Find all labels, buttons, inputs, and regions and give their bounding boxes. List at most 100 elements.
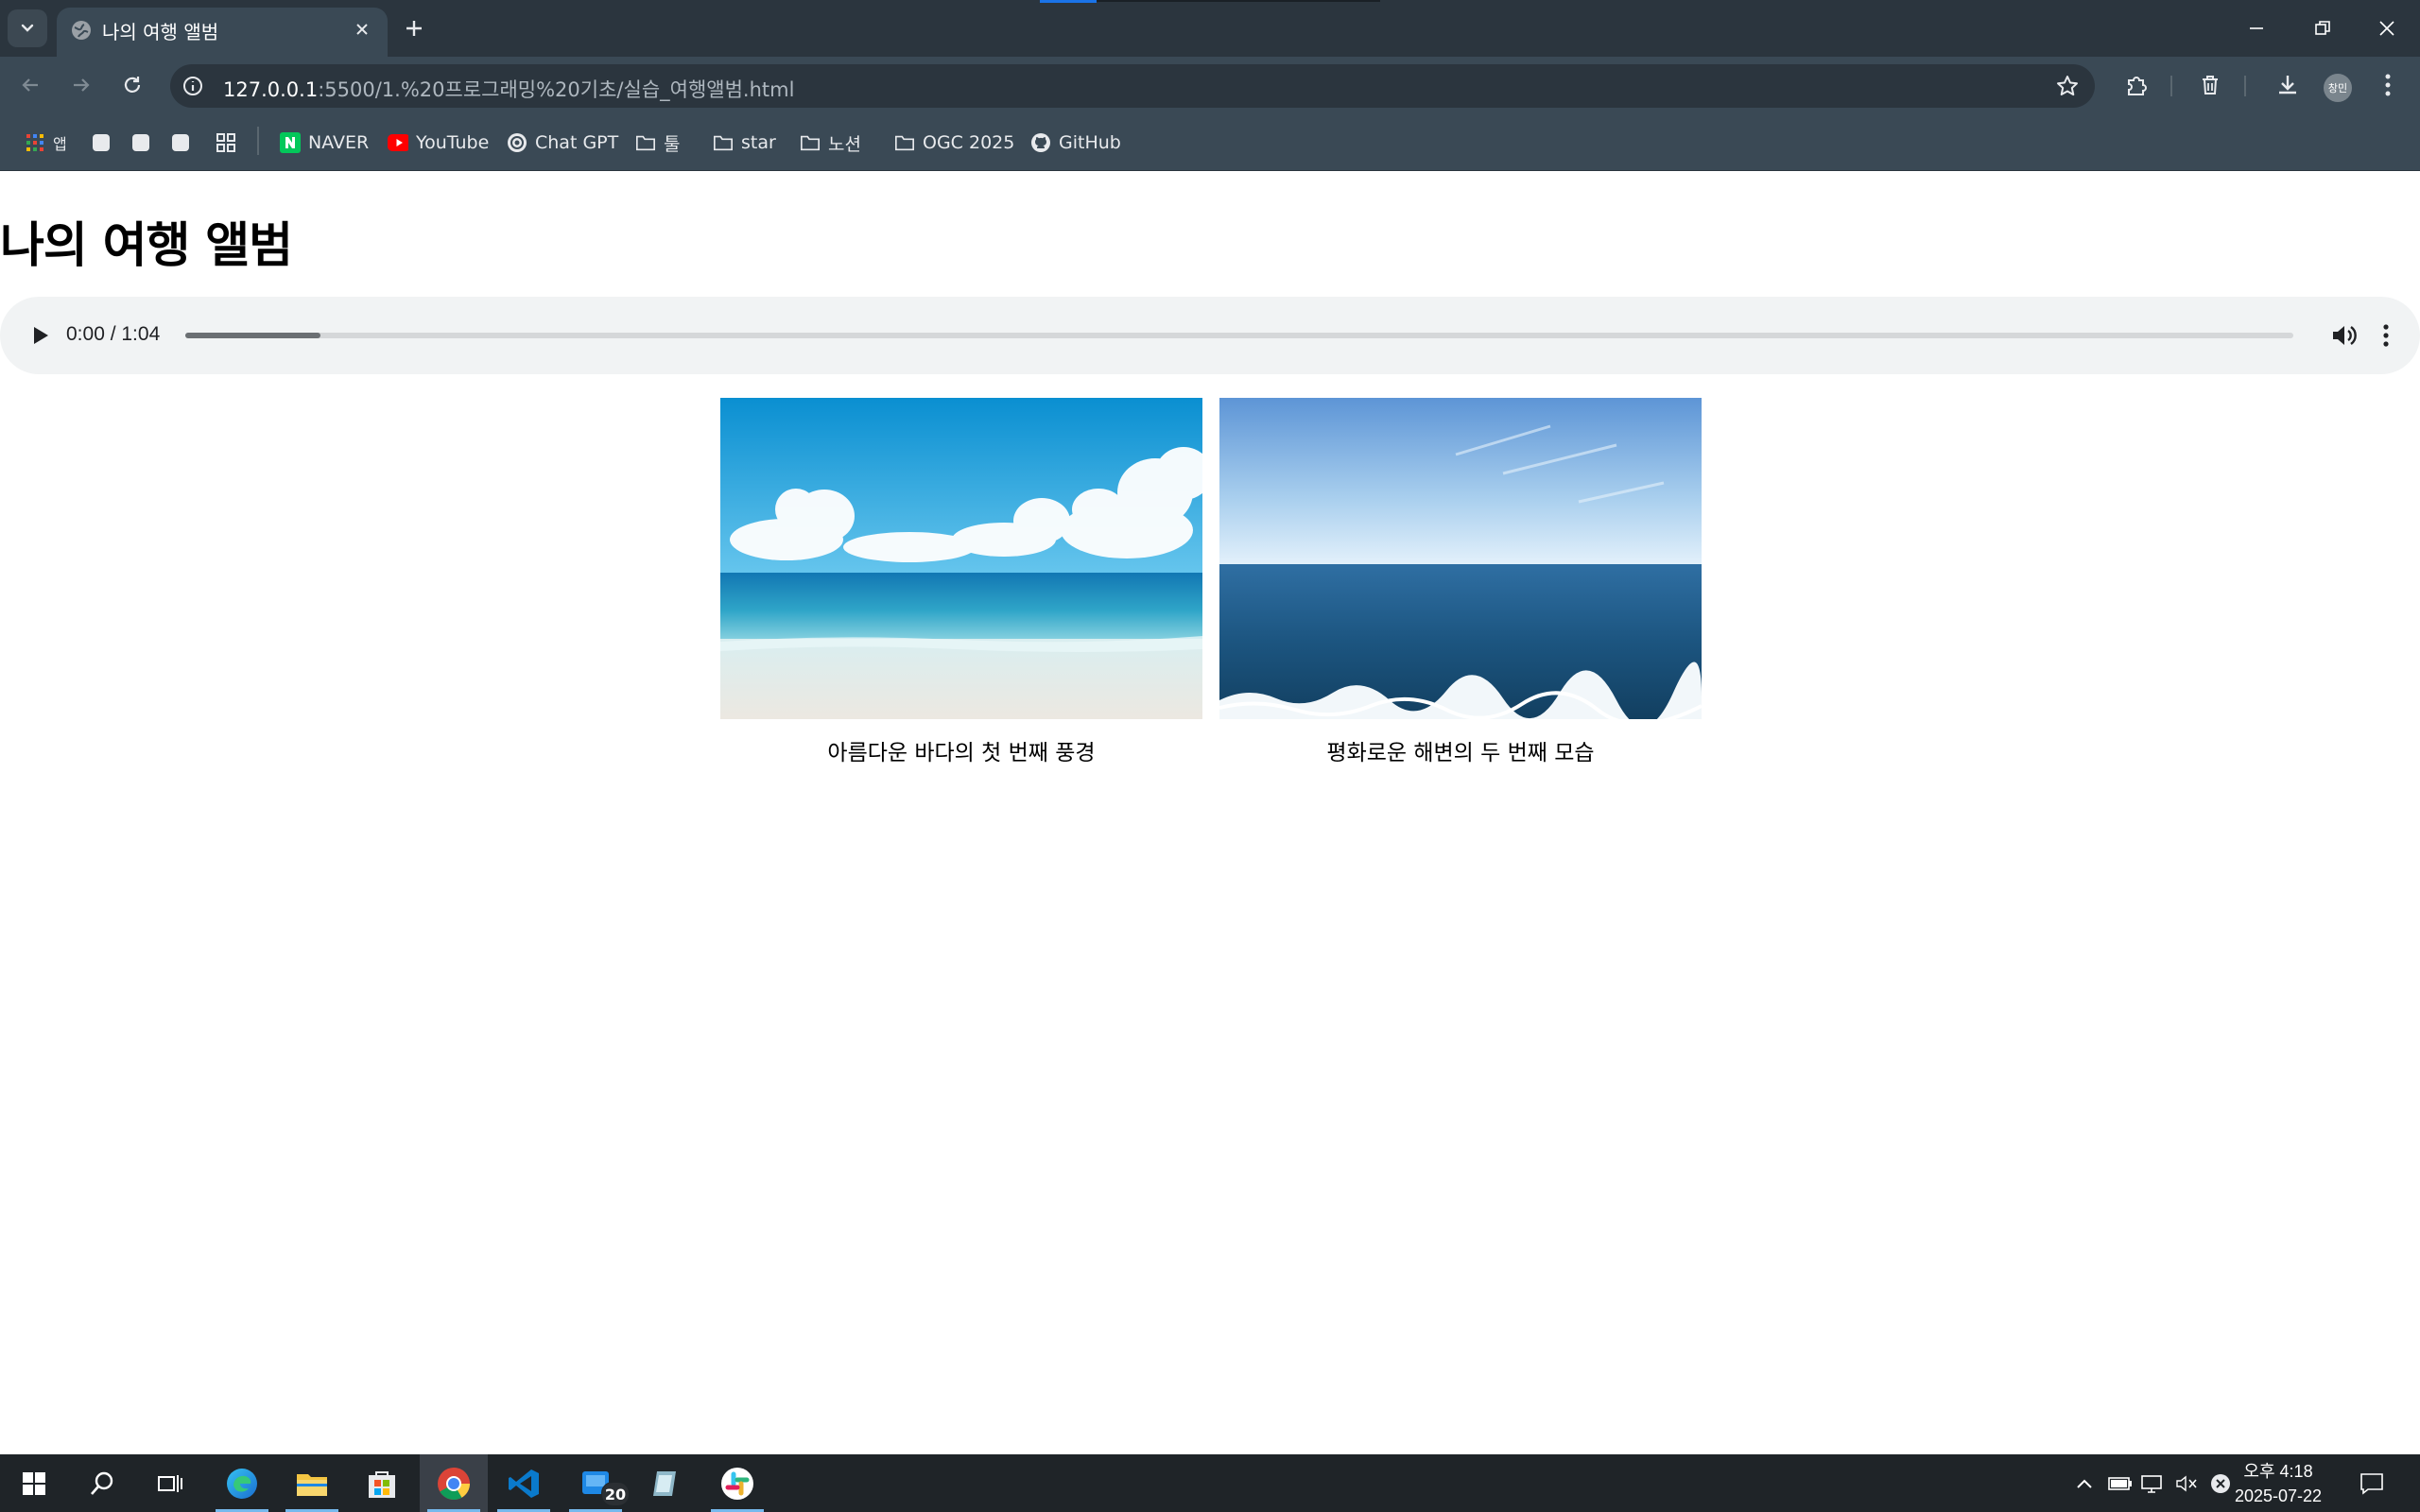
- blank-favicon-icon: [91, 132, 112, 153]
- taskbar-search-button[interactable]: [68, 1454, 136, 1512]
- bookmark-youtube[interactable]: YouTube: [388, 129, 489, 157]
- minimize-button[interactable]: [2223, 0, 2290, 57]
- progress-indicator: [1040, 0, 1097, 3]
- tab-close-button[interactable]: [348, 15, 376, 43]
- open-sea-photo: [1219, 398, 1702, 719]
- trash-icon: [2203, 76, 2218, 94]
- windows-taskbar: [0, 1454, 2420, 1512]
- bookmark-star-icon[interactable]: [2055, 74, 2080, 98]
- bookmark-label: NAVER: [308, 132, 370, 153]
- bookmarks-bar: 앱 NAVER YouTube Chat GPT 툴 star 노션 OGC 2…: [0, 115, 2420, 171]
- arrow-right-icon: [74, 78, 90, 92]
- restore-button[interactable]: [2290, 0, 2356, 57]
- volume-muted-icon: [2176, 1475, 2197, 1492]
- audio-player[interactable]: 0:00 / 1:04: [0, 297, 2420, 374]
- back-button[interactable]: [11, 66, 49, 104]
- chrome-icon: [438, 1467, 470, 1500]
- bookmark-folder-notion[interactable]: 노션: [800, 129, 861, 157]
- folder-icon: [800, 132, 821, 153]
- taskbar-chrome[interactable]: [420, 1454, 488, 1512]
- tab-active[interactable]: 나의 여행 앨범: [57, 8, 388, 57]
- network-tray[interactable]: [2140, 1471, 2165, 1496]
- toolbar-separator: [2244, 76, 2246, 96]
- chrome-menu-button[interactable]: [2373, 70, 2403, 100]
- bookmark-apps[interactable]: 앱: [25, 129, 67, 157]
- restore-icon: [2315, 21, 2330, 35]
- forward-button[interactable]: [62, 66, 100, 104]
- close-icon: [356, 24, 368, 35]
- globe-icon: [72, 21, 91, 40]
- vscode-icon: [509, 1469, 539, 1498]
- tab-search-button[interactable]: [8, 9, 47, 47]
- bookmark-naver[interactable]: NAVER: [280, 129, 369, 157]
- battery-icon: [2108, 1477, 2132, 1490]
- volume-tray[interactable]: [2174, 1471, 2199, 1496]
- task-view-button[interactable]: [136, 1454, 204, 1512]
- file-explorer-icon: [297, 1473, 327, 1496]
- reload-button[interactable]: [113, 66, 151, 104]
- show-hidden-icons-button[interactable]: [2072, 1471, 2097, 1496]
- youtube-icon: [388, 132, 408, 153]
- bookmark-label: YouTube: [416, 132, 490, 153]
- blank-favicon-icon: [130, 132, 151, 153]
- bookmark-grid[interactable]: [216, 129, 236, 157]
- clock-date: 2025-07-22: [2234, 1486, 2323, 1505]
- kebab-menu-icon: [2385, 74, 2391, 96]
- bookmark-favicon-1[interactable]: [91, 129, 112, 157]
- notes-icon: [653, 1470, 676, 1496]
- bookmark-folder-star[interactable]: star: [713, 129, 776, 157]
- tropical-beach-photo: [720, 398, 1202, 719]
- audio-seek-bar[interactable]: [185, 333, 2293, 338]
- audio-time: 0:00 / 1:04: [66, 323, 161, 345]
- address-bar[interactable]: 127.0.0.1:5500/1.%20프로그래밍%20기초/실습_여행앨범.h…: [170, 64, 2095, 108]
- bookmark-favicon-2[interactable]: [130, 129, 151, 157]
- taskbar-notes[interactable]: [631, 1454, 700, 1512]
- bookmark-folder-ogc[interactable]: OGC 2025: [894, 129, 1014, 157]
- bookmark-label: GitHub: [1059, 132, 1121, 153]
- bookmark-label: 노션: [828, 133, 861, 155]
- close-icon: [2379, 21, 2394, 36]
- photo-card-2: 평화로운 해변의 두 번째 모습: [1219, 398, 1702, 766]
- network-icon: [2141, 1475, 2162, 1493]
- search-icon: [91, 1471, 113, 1495]
- blank-favicon-icon: [170, 132, 191, 153]
- page-title: 나의 여행 앨범: [0, 218, 293, 274]
- store-icon: [369, 1470, 395, 1498]
- start-button[interactable]: [0, 1454, 68, 1512]
- taskbar-slack[interactable]: [703, 1454, 771, 1512]
- photo-caption: 평화로운 해변의 두 번째 모습: [1326, 741, 1595, 765]
- trash-extension-button[interactable]: [2195, 70, 2225, 100]
- profile-avatar[interactable]: 창민: [2324, 74, 2352, 102]
- taskbar-store[interactable]: [348, 1454, 416, 1512]
- notifications-button[interactable]: [2360, 1471, 2384, 1496]
- taskbar-vscode[interactable]: [490, 1454, 558, 1512]
- grid-icon: [216, 132, 236, 153]
- bookmark-label: 툴: [664, 133, 681, 155]
- downloads-button[interactable]: [2273, 70, 2303, 100]
- close-window-button[interactable]: [2354, 0, 2420, 57]
- download-icon: [2279, 76, 2296, 94]
- taskbar-clock[interactable]: 오후 4:18 2025-07-22: [2231, 1459, 2325, 1508]
- bookmark-favicon-3[interactable]: [170, 129, 191, 157]
- url-text[interactable]: 127.0.0.1:5500/1.%20프로그래밍%20기초/실습_여행앨범.h…: [223, 75, 794, 103]
- extensions-button[interactable]: [2121, 70, 2152, 100]
- notification-icon: [2360, 1473, 2383, 1495]
- kebab-menu-icon[interactable]: [2377, 321, 2395, 350]
- taskbar-file-explorer[interactable]: [278, 1454, 346, 1512]
- puzzle-icon: [2128, 77, 2147, 95]
- naver-icon: [280, 132, 301, 153]
- volume-icon[interactable]: [2329, 321, 2358, 350]
- error-tray[interactable]: [2208, 1471, 2233, 1496]
- toolbar-separator: [2170, 76, 2172, 96]
- play-icon[interactable]: [26, 322, 53, 349]
- new-tab-button[interactable]: [397, 11, 431, 45]
- taskbar-edge[interactable]: [208, 1454, 276, 1512]
- bookmark-folder-tools[interactable]: 툴: [635, 129, 680, 157]
- bookmark-chatgpt[interactable]: Chat GPT: [507, 129, 618, 157]
- info-icon[interactable]: [182, 75, 204, 97]
- audio-buffered-fill: [185, 333, 320, 338]
- battery-tray[interactable]: [2108, 1471, 2133, 1496]
- bookmark-github[interactable]: GitHub: [1030, 129, 1121, 157]
- browser-toolbar: 127.0.0.1:5500/1.%20프로그래밍%20기초/실습_여행앨범.h…: [0, 57, 2420, 115]
- error-icon: [2211, 1474, 2230, 1493]
